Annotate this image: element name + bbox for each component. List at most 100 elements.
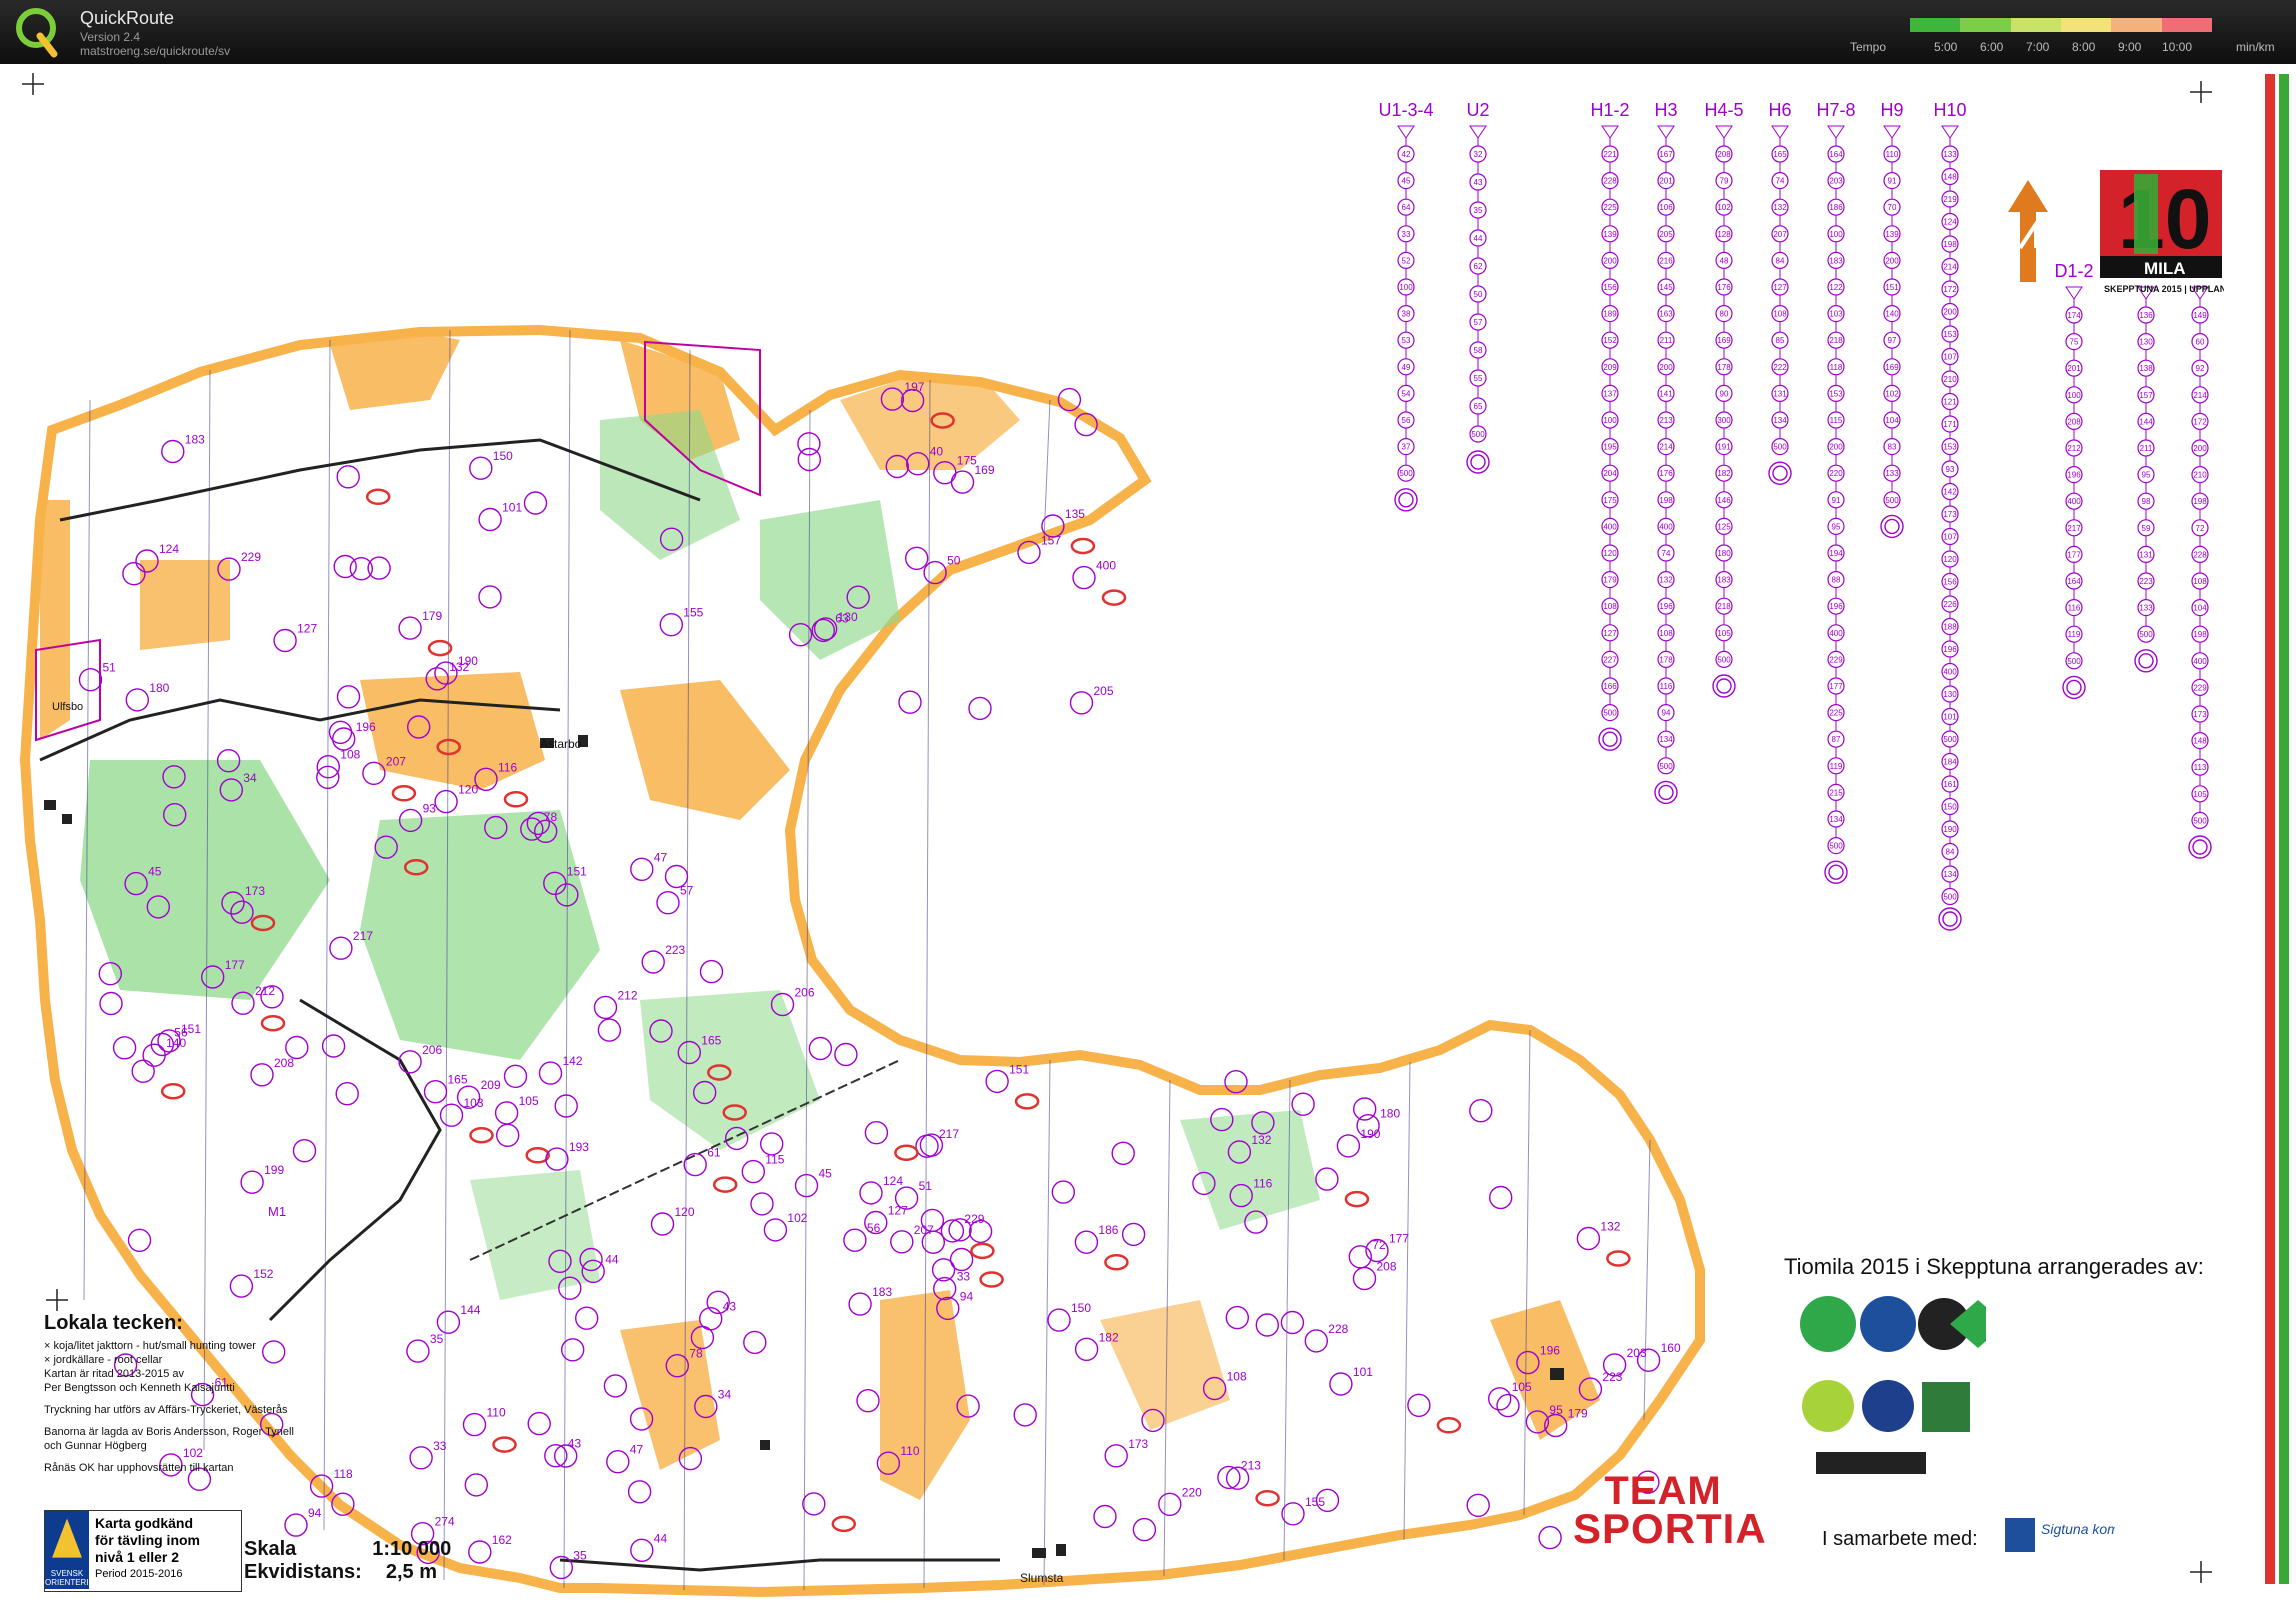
map-control-code: 44 xyxy=(605,1252,619,1266)
map-control-code: 151 xyxy=(1009,1062,1029,1076)
course-control-code: 210 xyxy=(1943,375,1957,384)
course-control-code: 167 xyxy=(1659,150,1673,159)
course-control-code: 102 xyxy=(1885,389,1899,398)
map-control-code: 205 xyxy=(1094,684,1114,698)
course-control-code: 127 xyxy=(1603,629,1617,638)
map-control-code: 180 xyxy=(149,681,169,695)
map-control-code: 212 xyxy=(255,984,275,998)
course-control-code: 141 xyxy=(1659,389,1673,398)
map-control-code: 207 xyxy=(914,1223,934,1237)
legend-line: och Gunnar Högberg xyxy=(44,1440,147,1452)
course-control-code: 133 xyxy=(1885,469,1899,478)
course-start-triangle xyxy=(1657,125,1675,139)
map-control-circle[interactable] xyxy=(284,1513,308,1537)
map-control-code: 35 xyxy=(430,1332,444,1346)
map-control-circle[interactable] xyxy=(1072,565,1096,590)
course-header[interactable]: U1-3-4 xyxy=(1378,100,1433,120)
course-control-code: 35 xyxy=(1474,206,1483,215)
course-control-code: 500 xyxy=(2139,630,2153,639)
course-header[interactable]: H1-2 xyxy=(1590,100,1629,120)
course-control-code: 172 xyxy=(2193,417,2207,426)
course-finish-circle xyxy=(1942,911,1958,927)
course-header[interactable]: H4-5 xyxy=(1704,100,1743,120)
course-start-triangle xyxy=(2065,286,2083,300)
map-control-circle[interactable] xyxy=(968,696,992,721)
map-control-code: 78 xyxy=(544,810,558,824)
approval-line2: för tävling inom xyxy=(95,1532,200,1548)
map-control-code: 101 xyxy=(1353,1365,1373,1379)
svensk-orientering-logo: SVENSK ORIENTERING xyxy=(45,1511,101,1589)
title-bar: QuickRoute Version 2.4 matstroeng.se/qui… xyxy=(0,0,2296,64)
map-control-code: 217 xyxy=(353,929,373,943)
scale-value: 1:10 000 xyxy=(372,1538,452,1560)
course-control-code: 113 xyxy=(2194,763,2207,772)
course-control-code: 64 xyxy=(1402,203,1411,212)
map-control-circle[interactable] xyxy=(1538,1525,1562,1550)
course-control-code: 52 xyxy=(1402,256,1411,265)
course-header[interactable]: H10 xyxy=(1933,100,1966,120)
course-control-code: 55 xyxy=(1474,374,1483,383)
course-control-code: 108 xyxy=(1603,602,1617,611)
course-header[interactable]: H6 xyxy=(1768,100,1791,120)
map-control-code: 61 xyxy=(707,1146,721,1160)
map-control-code: 127 xyxy=(297,622,317,636)
map-control-code: 132 xyxy=(1600,1220,1620,1234)
map-control-code: 180 xyxy=(1380,1107,1400,1121)
course-header[interactable]: H9 xyxy=(1880,100,1903,120)
course-control-code: 500 xyxy=(1717,655,1731,664)
course-control-code: 116 xyxy=(1660,682,1673,691)
course-control-code: 223 xyxy=(2139,577,2153,586)
course-control-code: 400 xyxy=(1943,668,1957,677)
course-control-code: 119 xyxy=(1830,762,1843,771)
course-finish-circle xyxy=(1884,518,1900,535)
course-control-code: 200 xyxy=(1943,308,1957,317)
course-control-code: 134 xyxy=(1659,735,1673,744)
map-control-code: 190 xyxy=(1360,1127,1380,1141)
tempo-label: Tempo xyxy=(1850,40,1887,54)
map-control-code: 120 xyxy=(675,1205,695,1219)
course-control-code: 400 xyxy=(1829,629,1843,638)
course-control-code: 210 xyxy=(2193,471,2207,480)
team-sportia-logo: TEAM SPORTIA xyxy=(1573,1471,1767,1552)
course-control-code: 62 xyxy=(1474,262,1483,271)
map-control-code: 142 xyxy=(563,1054,583,1068)
course-control-code: 205 xyxy=(1659,230,1673,239)
course-control-code: 100 xyxy=(2067,391,2081,400)
course-control-code: 75 xyxy=(2070,338,2079,347)
map-control-code: 130 xyxy=(838,610,858,624)
course-control-code: 191 xyxy=(1717,443,1731,452)
course-control-code: 169 xyxy=(1885,363,1899,372)
tempo-unit: min/km xyxy=(2236,40,2275,54)
sponsor-line2: SPORTIA xyxy=(1573,1505,1767,1552)
course-control-code: 182 xyxy=(1717,469,1731,478)
side-stripe-red xyxy=(2265,74,2275,1584)
map-control-code: 152 xyxy=(253,1267,273,1281)
course-control-code: 400 xyxy=(1659,522,1673,531)
tempo-gradient-segment xyxy=(2010,18,2024,32)
course-control-code: 161 xyxy=(1943,780,1957,789)
tempo-gradient-segment xyxy=(2123,18,2137,32)
map-control-code: 223 xyxy=(665,943,685,957)
map-control-code: 206 xyxy=(795,986,815,1000)
course-control-code: 184 xyxy=(1943,758,1957,767)
arrangers-title: Tiomila 2015 i Skepptuna arrangerades av… xyxy=(1784,1254,2204,1279)
course-control-code: 500 xyxy=(1471,430,1485,439)
course-header[interactable]: U2 xyxy=(1466,100,1489,120)
course-header[interactable]: H3 xyxy=(1654,100,1677,120)
map-control-code: 162 xyxy=(492,1533,512,1547)
map-control-circle[interactable] xyxy=(1069,691,1094,715)
course-control-code: 145 xyxy=(1659,283,1673,292)
tempo-gradient-segment xyxy=(2086,18,2099,32)
course-header[interactable]: D1-2 xyxy=(2054,261,2093,281)
course-control-code: 204 xyxy=(1603,469,1617,478)
course-control-code: 216 xyxy=(1659,256,1673,265)
course-control-code: 212 xyxy=(2067,444,2081,453)
course-control-code: 134 xyxy=(1829,815,1843,824)
course-control-code: 211 xyxy=(2140,444,2153,453)
course-finish-circle xyxy=(1828,864,1844,880)
tempo-gradient-segment xyxy=(1960,18,1973,32)
map-control-circle[interactable] xyxy=(898,690,922,714)
course-header[interactable]: H7-8 xyxy=(1816,100,1855,120)
map-control-code: 105 xyxy=(519,1094,539,1108)
course-control-code: 171 xyxy=(1943,420,1957,429)
